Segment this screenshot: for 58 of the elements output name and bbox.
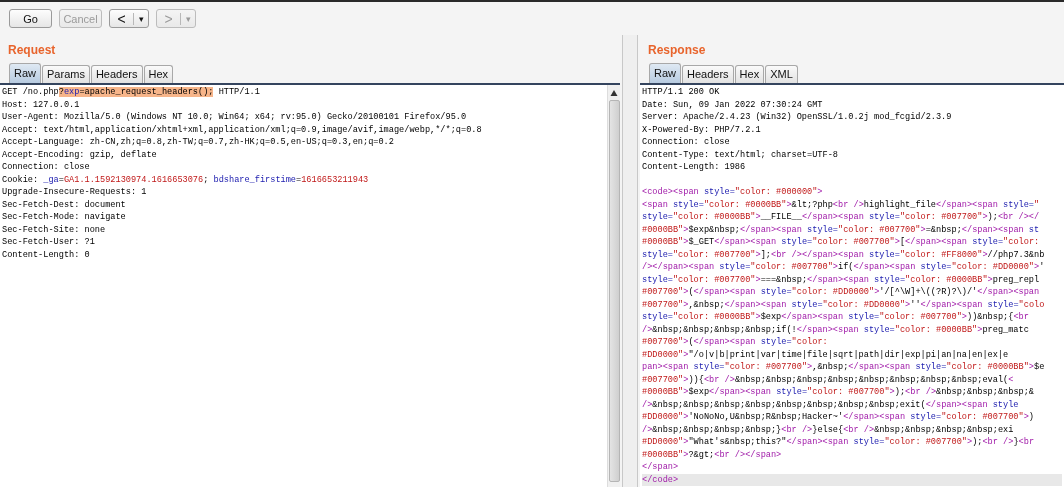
code-line: #0000BB">$exp&nbsp;</span><span style="color: #007700">=&nbsp;</span><span st <box>642 223 1040 236</box>
tab[interactable]: Params <box>42 65 90 83</box>
code-line: #DD0000">"What's&nbsp;this?"</span><span style="color: #007700">);<br />}<br <box>642 436 1035 449</box>
request-line: Sec-Fetch-Site: none <box>2 223 106 236</box>
code-line: #0000BB">$_GET</span><span style="color: #007700">[</span><span style="color: <box>642 236 1040 249</box>
tab[interactable]: Headers <box>682 65 734 83</box>
response-line: Date: Sun, 09 Jan 2022 07:30:24 GMT <box>642 98 823 111</box>
code-line: #007700">)){<br />&nbsp;&nbsp;&nbsp;&nbsp;&nbsp;&nbsp;&nbsp;&nbsp;eval(< <box>642 373 1014 386</box>
pane-title: Request <box>7 42 56 59</box>
tab[interactable]: XML <box>765 65 798 83</box>
request-line: Accept-Encoding: gzip, deflate <box>2 148 157 161</box>
code-line: #0000BB">?&gt;<br /></span> <box>642 448 782 461</box>
request-line: Accept-Language: zh-CN,zh;q=0.8,zh-TW;q=0.7,zh-HK;q=0.5,en-US;q=0.3,en;q=0.2 <box>2 136 394 149</box>
code-line: #007700">,&nbsp;</span><span style="color: #DD0000">''</span><span style="colo <box>642 298 1045 311</box>
tab[interactable]: Hex <box>734 65 765 83</box>
code-line: style="color: #0000BB">__FILE__</span><span style="color: #007700">);<br /></ <box>642 211 1040 224</box>
request-line: Content-Length: 0 <box>2 248 90 261</box>
code-line: style="color: #007700">===&nbsp;</span><span style="color: #0000BB">preg_repl <box>642 273 1040 286</box>
code-line: <span style="color: #0000BB">&lt;?php<br />highlight_file</span><span style=" <box>642 198 1040 211</box>
response-line: Content-Length: 1986 <box>642 161 746 174</box>
scrollbar-thumb[interactable] <box>608 100 620 482</box>
code-line: <code><span style="color: #000000"> <box>642 186 823 199</box>
response-line: HTTP/1.1 200 OK <box>642 86 720 99</box>
request-line: Accept: text/html,application/xhtml+xml,application/xml;q=0.9,image/avif,image/webp,*/*;q=0.8 <box>2 123 482 136</box>
code-line: />&nbsp;&nbsp;&nbsp;&nbsp;if(!</span><span style="color: #0000BB">preg_matc <box>642 323 1029 336</box>
request-line: Sec-Fetch-Mode: navigate <box>2 211 126 224</box>
code-line: />&nbsp;&nbsp;&nbsp;&nbsp;}<br />}else{<br />&nbsp;&nbsp;&nbsp;&nbsp;exi <box>642 423 1014 436</box>
code-line: style="color: #0000BB">$exp</span><span style="color: #007700">))&nbsp;{<br <box>642 311 1029 324</box>
tab[interactable]: Headers <box>90 65 143 83</box>
pane-title: Response <box>647 42 706 59</box>
request-line: Host: 127.0.0.1 <box>2 98 80 111</box>
code-line: #DD0000">'NoNoNo,U&nbsp;R&nbsp;Hacker~'</span><span style="color: #007700">) <box>642 411 1034 424</box>
tab[interactable]: Raw <box>649 63 681 83</box>
request-line: GET /no.php?exp=apache_request_headers(); HTTP/1.1 <box>2 86 260 99</box>
code-line: style="color: #007700">];<br /></span><span style="color: #FF8000">//php7.3&nb <box>642 248 1045 261</box>
code-line: #007700">(</span><span style="color: #DD0000">'/[^\W]+\((?R)?\)/'</span><span <box>642 286 1040 299</box>
back-button[interactable]: < ▾ <box>109 9 149 28</box>
go-button[interactable]: Go <box>9 9 52 28</box>
request-line: Connection: close <box>2 161 90 174</box>
code-line: pan><span style="color: #007700">,&nbsp;</span><span style="color: #0000BB">$e <box>642 361 1045 374</box>
tab[interactable]: Hex <box>143 65 174 83</box>
code-line: #DD0000">"/o|v|b|print|var|time|file|sqrt|path|dir|exp|pi|an|na|en|ex|e <box>642 348 1009 361</box>
request-line: Upgrade-Insecure-Requests: 1 <box>2 186 147 199</box>
code-line: />&nbsp;&nbsp;&nbsp;&nbsp;&nbsp;&nbsp;&nbsp;&nbsp;exit(</span><span style <box>642 398 1019 411</box>
request-line: Sec-Fetch-Dest: document <box>2 198 126 211</box>
response-line: Connection: close <box>642 136 730 149</box>
scroll-up-icon[interactable] <box>610 89 618 97</box>
response-line: Content-Type: text/html; charset=UTF-8 <box>642 148 838 161</box>
response-line: Server: Apache/2.4.23 (Win32) OpenSSL/1.0.2j mod_fcgid/2.3.9 <box>642 111 952 124</box>
response-line: X-Powered-By: PHP/7.2.1 <box>642 123 761 136</box>
request-line: Cookie: _ga=GA1.1.1592130974.1616653076; bdshare_firstime=1616653211943 <box>2 173 369 186</box>
request-line: User-Agent: Mozilla/5.0 (Windows NT 10.0; Win64; x64; rv:95.0) Gecko/20100101 Firefox/95.0 <box>2 111 467 124</box>
code-line: /></span><span style="color: #007700">if(</span><span style="color: #DD0000">' <box>642 261 1045 274</box>
code-line: #007700">(</span><span style="color: <box>642 336 828 349</box>
tab[interactable]: Raw <box>9 63 41 83</box>
code-line: #0000BB">$exp</span><span style="color: #007700">);<br />&nbsp;&nbsp;&nbsp;& <box>642 386 1035 399</box>
code-line: </span> <box>642 461 679 474</box>
request-line: Sec-Fetch-User: ?1 <box>2 236 95 249</box>
